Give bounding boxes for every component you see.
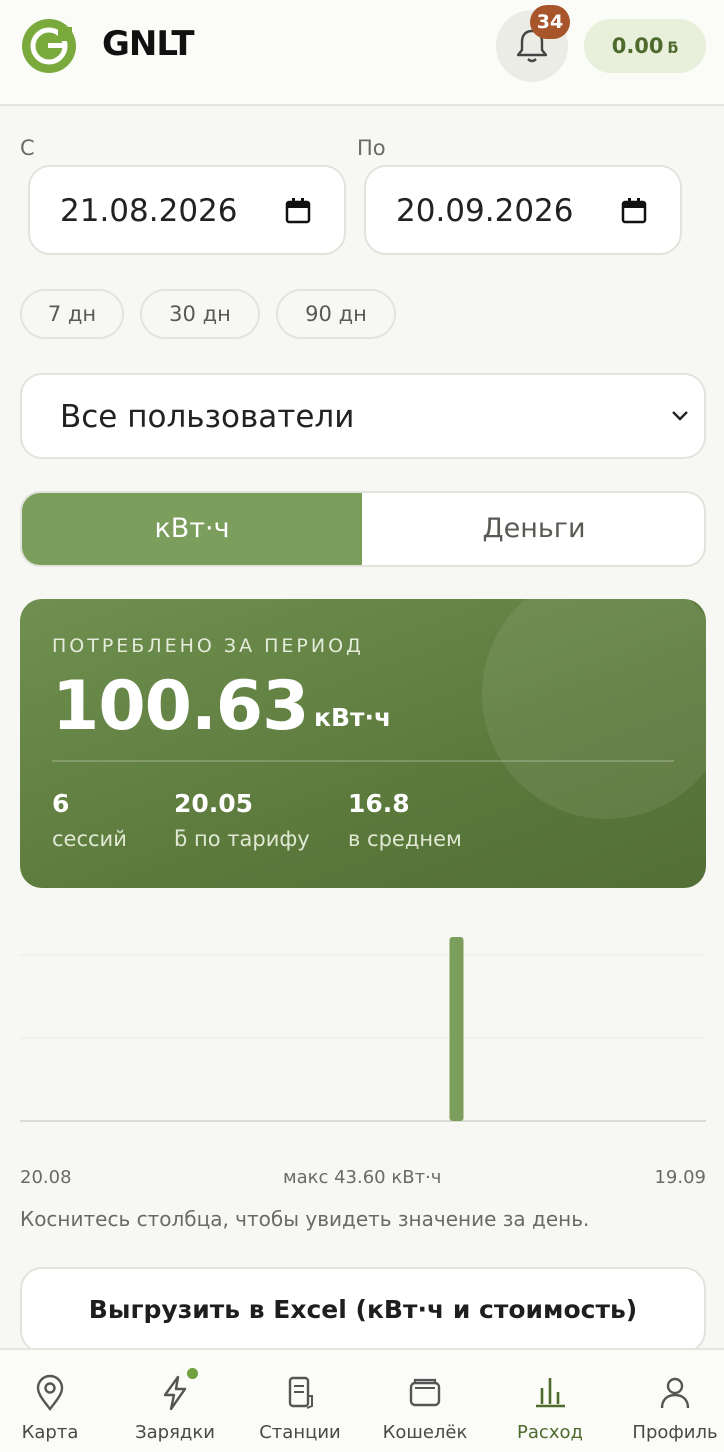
range-30-days-button[interactable]: 30 дн [140,289,260,339]
user-select-value: Все пользователи [60,399,355,435]
divider [52,760,674,762]
tab-money[interactable]: Деньги [362,493,704,565]
tab-map[interactable]: Карта [0,1350,110,1452]
tab-label: Расход [517,1422,583,1443]
brand-name: GNLT [102,24,195,64]
range-7-days-button[interactable]: 7 дн [20,289,124,339]
to-label: По [357,136,386,160]
chart-bar[interactable] [449,937,464,1121]
tab-label: Зарядки [135,1422,215,1443]
x-axis-end-label: 19.09 [654,1167,706,1188]
chevron-down-icon [672,411,688,421]
wallet-icon [409,1378,441,1407]
tab-label: Кошелёк [382,1422,468,1443]
tab-consumption[interactable]: Расход [490,1350,610,1452]
calendar-icon[interactable] [284,197,312,225]
consumption-summary-card: ПОТРЕБЛЕНО ЗА ПЕРИОД 100.63 кВт·ч 6 сесс… [20,599,706,888]
to-date-input[interactable]: 20.09.2026 [364,165,682,255]
tab-charging[interactable]: Зарядки [115,1350,235,1452]
summary-title: ПОТРЕБЛЕНО ЗА ПЕРИОД [52,635,364,657]
max-value-label: макс 43.60 кВт·ч [283,1167,442,1188]
range-90-days-button[interactable]: 90 дн [276,289,396,339]
bottom-tab-bar: Карта Зарядки Станции Кошелёк Расход Про… [0,1348,724,1452]
tab-profile[interactable]: Профиль [615,1350,724,1452]
daily-consumption-chart [20,937,706,1122]
document-icon [288,1376,313,1409]
from-date-input[interactable]: 21.08.2026 [28,165,346,255]
card-decoration [482,599,706,819]
summary-unit: кВт·ч [314,703,392,732]
user-select[interactable]: Все пользователи [20,373,706,459]
tab-stations[interactable]: Станции [240,1350,360,1452]
tariff-cost-value: 20.05 [174,789,254,818]
lightning-icon [163,1375,187,1411]
tariff-cost-label: ƃ по тарифу [174,827,310,851]
notification-badge: 34 [530,5,570,39]
bar-chart-icon [536,1378,565,1408]
user-icon [660,1377,690,1409]
sessions-value: 6 [52,789,70,818]
summary-total: 100.63 [52,667,309,746]
tab-label: Профиль [632,1422,718,1443]
new-indicator-dot [187,1368,198,1379]
tab-label: Карта [21,1422,79,1443]
units-toggle: кВт·ч Деньги [20,491,706,567]
tab-kwh[interactable]: кВт·ч [22,493,362,565]
logo-icon [22,19,76,73]
map-pin-icon [36,1374,64,1411]
x-axis-start-label: 20.08 [20,1167,72,1188]
calendar-icon[interactable] [620,197,648,225]
average-label: в среднем [348,827,462,851]
export-excel-button[interactable]: Выгрузить в Excel (кВт·ч и стоимость) [20,1267,706,1353]
to-date-value: 20.09.2026 [396,193,574,229]
balance-amount: 0.00 [611,34,664,58]
chart-hint: Коснитесь столбца, чтобы увидеть значени… [20,1207,590,1231]
balance-currency: ƃ [667,39,679,57]
from-date-value: 21.08.2026 [60,193,238,229]
from-label: С [20,136,35,160]
app-header: GNLT 34 0.00 ƃ [0,0,724,106]
balance-chip[interactable]: 0.00 ƃ [584,19,706,73]
tab-label: Станции [259,1422,341,1443]
tab-wallet[interactable]: Кошелёк [365,1350,485,1452]
sessions-label: сессий [52,827,127,851]
average-value: 16.8 [348,789,410,818]
